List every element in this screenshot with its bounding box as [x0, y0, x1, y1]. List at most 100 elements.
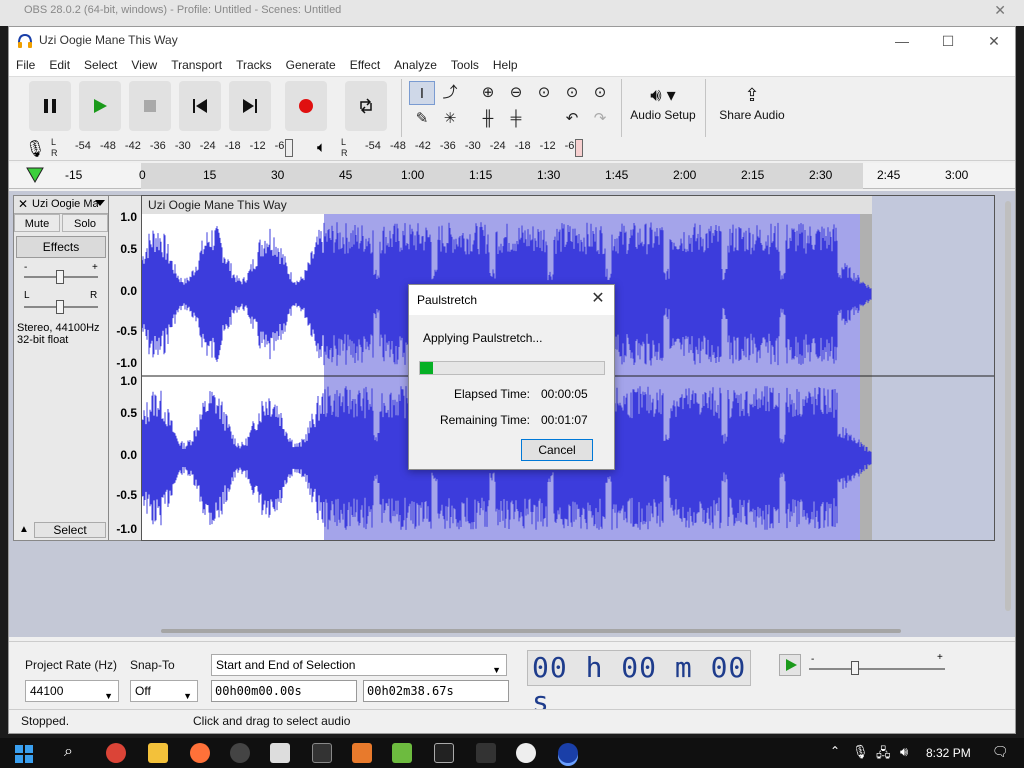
terminal-icon[interactable]: [312, 743, 332, 763]
play-speed-slider-track[interactable]: [809, 668, 945, 670]
snap-to-select[interactable]: Off ▼: [130, 680, 198, 702]
obs-icon[interactable]: [230, 743, 250, 763]
minimize-button[interactable]: —: [879, 29, 925, 53]
file-explorer-icon[interactable]: [148, 743, 168, 763]
selection-mode-select[interactable]: Start and End of Selection ▼: [211, 654, 507, 676]
play-at-speed-button[interactable]: [779, 654, 801, 676]
microphone-icon[interactable]: 🎙︎: [25, 139, 45, 159]
track-close-button[interactable]: ✕: [16, 197, 30, 211]
notifications-icon[interactable]: 🗨︎: [992, 744, 1009, 760]
menu-generate[interactable]: Generate: [279, 55, 343, 72]
windows-start-icon[interactable]: [14, 744, 34, 764]
play-speed-slider-knob[interactable]: [851, 661, 859, 675]
mute-button[interactable]: Mute: [14, 214, 60, 232]
horizontal-scrollbar[interactable]: [161, 629, 901, 633]
notepad-icon[interactable]: [392, 743, 412, 763]
pan-slider-knob[interactable]: [56, 300, 64, 314]
cancel-button[interactable]: Cancel: [521, 439, 593, 461]
gain-minus-label: -: [24, 262, 28, 273]
selection-tool-button[interactable]: I: [409, 81, 435, 105]
timeline-tick: 1:15: [469, 168, 493, 182]
collapse-track-button[interactable]: ▲: [16, 522, 32, 538]
menu-file[interactable]: File: [9, 55, 42, 72]
menu-analyze[interactable]: Analyze: [387, 55, 444, 72]
gain-slider-knob[interactable]: [56, 270, 64, 284]
play-meter-scale[interactable]: -54 -48 -42 -36 -30 -24 -18 -12 -6: [365, 140, 574, 152]
menu-select[interactable]: Select: [77, 55, 124, 72]
chrome-icon[interactable]: [106, 743, 126, 763]
multi-tool-button[interactable]: ✳: [437, 107, 463, 131]
selection-end-time[interactable]: 00h02m38.67s: [363, 680, 509, 702]
solo-button[interactable]: Solo: [62, 214, 108, 232]
menu-effect[interactable]: Effect: [343, 55, 387, 72]
media-app-icon[interactable]: [352, 743, 372, 763]
timeline-tick: 30: [271, 168, 285, 182]
skip-to-end-button[interactable]: [229, 81, 271, 131]
audio-position-display[interactable]: 00 h 00 m 00 s: [527, 650, 751, 718]
project-rate-select[interactable]: 44100 ▼: [25, 680, 119, 702]
chevron-up-icon[interactable]: ⌃: [830, 744, 840, 758]
record-button[interactable]: [285, 81, 327, 131]
zoom-in-button[interactable]: ⊕: [475, 81, 501, 105]
paulstretch-dialog: Paulstretch ✕ Applying Paulstretch... El…: [408, 284, 615, 470]
firefox-icon[interactable]: [190, 743, 210, 763]
playhead-triangle-icon[interactable]: [25, 166, 45, 184]
stop-button[interactable]: [129, 81, 171, 131]
media-player-icon[interactable]: [516, 743, 536, 763]
menu-help[interactable]: Help: [486, 55, 525, 72]
audio-setup-button[interactable]: 🔊︎ ▾ Audio Setup: [627, 81, 699, 131]
loop-button[interactable]: [345, 81, 387, 131]
dialog-close-button[interactable]: ✕: [588, 289, 608, 309]
7zip-icon[interactable]: [434, 743, 454, 763]
vertical-scrollbar[interactable]: [1005, 201, 1011, 611]
search-icon[interactable]: ⌕: [64, 743, 73, 761]
microphone-tray-icon[interactable]: 🎙︎: [852, 744, 869, 760]
fit-project-button[interactable]: ⊙: [559, 81, 585, 105]
pause-button[interactable]: [29, 81, 71, 131]
playback-speaker-icon[interactable]: 🔈︎: [317, 139, 326, 156]
redo-button[interactable]: ↷: [587, 107, 613, 131]
menu-transport[interactable]: Transport: [164, 55, 229, 72]
share-upload-icon: ⇪: [744, 85, 760, 105]
track-menu-arrow-icon[interactable]: [95, 200, 105, 206]
close-window-button[interactable]: ✕: [971, 29, 1017, 53]
menu-tools[interactable]: Tools: [444, 55, 486, 72]
menu-view[interactable]: View: [124, 55, 164, 72]
track-name-menu[interactable]: Uzi Oogie Mane This Way: [32, 198, 98, 210]
chevron-down-icon: ▼: [183, 691, 192, 701]
network-icon[interactable]: 🖧︎: [876, 744, 891, 766]
menu-edit[interactable]: Edit: [42, 55, 77, 72]
track-rate-info: Stereo, 44100Hz: [17, 322, 100, 334]
selection-start-time[interactable]: 00h00m00.00s: [211, 680, 357, 702]
volume-icon[interactable]: 🔊︎: [900, 744, 908, 760]
background-close-icon: ✕: [994, 2, 1006, 18]
play-meter-handle[interactable]: [575, 139, 583, 157]
timeline-ruler[interactable]: -15 0 15 30 45 1:00 1:15 1:30 1:45 2:00 …: [9, 163, 1015, 189]
ruler-label: -1.0: [116, 356, 137, 370]
share-audio-button[interactable]: ⇪ Share Audio: [713, 81, 791, 131]
zoom-out-button[interactable]: ⊖: [503, 81, 529, 105]
draw-tool-button[interactable]: ✎: [409, 107, 435, 131]
silence-audio-button[interactable]: ╪: [503, 107, 529, 131]
tool-icon[interactable]: [476, 743, 496, 763]
background-window-title: OBS 28.0.2 (64-bit, windows) - Profile: …: [24, 4, 342, 16]
undo-button[interactable]: ↶: [559, 107, 585, 131]
skip-to-start-button[interactable]: [179, 81, 221, 131]
trim-audio-button[interactable]: ╫: [475, 107, 501, 131]
play-button[interactable]: [79, 81, 121, 131]
audacity-taskbar-icon[interactable]: [558, 743, 578, 763]
clip-title[interactable]: Uzi Oogie Mane This Way: [148, 198, 287, 212]
maximize-button[interactable]: ☐: [925, 29, 971, 53]
zoom-toggle-button[interactable]: ⊙: [587, 81, 613, 105]
taskbar-clock[interactable]: 8:32 PM: [926, 746, 971, 760]
record-meter-handle[interactable]: [285, 139, 293, 157]
record-meter-scale[interactable]: -54 -48 -42 -36 -30 -24 -18 -12 -6: [75, 140, 284, 152]
play-icon: [94, 99, 107, 113]
app-icon[interactable]: [270, 743, 290, 763]
envelope-tool-button[interactable]: ⤴: [437, 81, 463, 105]
effects-button[interactable]: Effects: [16, 236, 106, 258]
track-select-button[interactable]: Select: [34, 522, 106, 538]
track-name-row: ✕ Uzi Oogie Mane This Way: [14, 196, 108, 214]
menu-tracks[interactable]: Tracks: [229, 55, 279, 72]
fit-selection-button[interactable]: ⊙: [531, 81, 557, 105]
